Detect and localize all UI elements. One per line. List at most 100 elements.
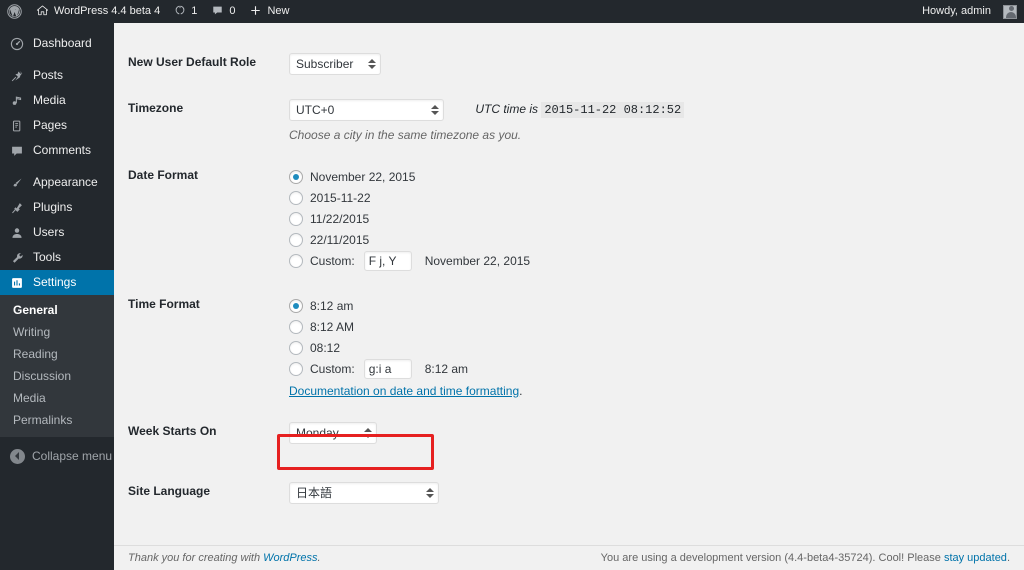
time-format-options: 8:12 am 8:12 AM 08:12 Custom: 8:12 am Do… [279, 283, 1024, 410]
radio-icon[interactable] [289, 211, 303, 226]
admin-footer: Thank you for creating with WordPress. Y… [114, 545, 1024, 570]
doc-link-suffix: . [519, 384, 523, 398]
wordpress-logo-icon [7, 4, 22, 19]
sidebar-separator [0, 56, 114, 63]
admin-sidebar: Dashboard Posts Media Pages Comments App… [0, 23, 122, 570]
time-format-option[interactable]: 08:12 [289, 337, 1014, 358]
sidebar-item-users[interactable]: Users [0, 220, 114, 245]
sidebar-item-tools[interactable]: Tools [0, 245, 114, 270]
week-starts-on-select-wrap[interactable]: Monday [289, 422, 377, 444]
footer-version-text: You are using a development version (4.4… [600, 552, 944, 564]
page-icon [9, 118, 25, 134]
sidebar-item-pages[interactable]: Pages [0, 113, 114, 138]
sidebar-item-plugins[interactable]: Plugins [0, 195, 114, 220]
sidebar-item-dashboard[interactable]: Dashboard [0, 31, 114, 56]
sidebar-item-writing[interactable]: Writing [0, 321, 114, 343]
time-format-option[interactable]: 8:12 AM [289, 316, 1014, 337]
sidebar-item-permalinks[interactable]: Permalinks [0, 409, 114, 431]
row-date-format: Date Format November 22, 2015 2015-11-22… [114, 154, 1024, 283]
time-format-option-label: 08:12 [310, 340, 341, 355]
time-format-option-label: 8:12 AM [310, 319, 355, 334]
time-format-custom-label: Custom: [310, 361, 355, 376]
collapse-menu-label: Collapse menu [32, 449, 113, 463]
sidebar-item-discussion[interactable]: Discussion [0, 365, 114, 387]
comments-button[interactable]: 0 [204, 0, 242, 23]
updates-button[interactable]: 1 [167, 0, 204, 23]
footer-version: You are using a development version (4.4… [601, 552, 1010, 564]
howdy-label: Howdy, admin [922, 5, 991, 17]
radio-icon[interactable] [289, 298, 303, 313]
time-format-option[interactable]: 8:12 am [289, 295, 1014, 316]
utc-time-label: UTC time is [475, 102, 539, 117]
date-format-option[interactable]: November 22, 2015 [289, 166, 1014, 187]
site-language-label: Site Language [128, 484, 211, 498]
utc-time-value: 2015-11-22 08:12:52 [541, 102, 685, 119]
sidebar-item-label: Posts [33, 68, 64, 82]
wrench-icon [9, 250, 25, 266]
sidebar-item-reading[interactable]: Reading [0, 343, 114, 365]
sidebar-item-comments[interactable]: Comments [0, 138, 114, 163]
dashboard-icon [9, 36, 25, 52]
wordpress-logo-button[interactable] [0, 0, 29, 23]
radio-icon[interactable] [289, 232, 303, 247]
time-format-custom-input[interactable] [363, 358, 412, 379]
sidebar-item-label: Tools [33, 250, 62, 264]
radio-icon[interactable] [289, 319, 303, 334]
radio-icon[interactable] [289, 340, 303, 355]
time-format-option-label: 8:12 am [310, 298, 354, 313]
time-format-custom-option[interactable]: Custom: 8:12 am [289, 358, 1014, 379]
timezone-label: Timezone [128, 101, 184, 115]
collapse-arrow-icon [10, 448, 25, 464]
user-icon [9, 225, 25, 241]
new-content-menu[interactable]: New [242, 0, 296, 23]
settings-submenu: General Writing Reading Discussion Media… [0, 295, 114, 437]
time-format-custom-preview: 8:12 am [424, 361, 469, 376]
new-user-default-role-select-wrap[interactable]: Subscriber [289, 53, 381, 75]
date-format-label: Date Format [128, 168, 199, 182]
new-user-default-role-select[interactable]: Subscriber [289, 53, 381, 75]
site-name-menu[interactable]: WordPress 4.4 beta 4 [29, 0, 167, 23]
my-account-menu[interactable]: Howdy, admin [915, 0, 1024, 23]
admin-bar: WordPress 4.4 beta 4 1 0 New Howdy, admi… [0, 0, 1024, 23]
date-format-custom-option[interactable]: Custom: November 22, 2015 [289, 250, 1014, 271]
row-site-language: Site Language 日本語 [114, 470, 1024, 516]
radio-icon[interactable] [289, 190, 303, 205]
row-time-format: Time Format 8:12 am 8:12 AM 08:12 Custom… [114, 283, 1024, 410]
date-format-option[interactable]: 22/11/2015 [289, 229, 1014, 250]
plus-icon [249, 4, 262, 20]
row-new-user-default-role: New User Default Role Subscriber [114, 41, 1024, 87]
date-format-option[interactable]: 2015-11-22 [289, 187, 1014, 208]
sidebar-item-posts[interactable]: Posts [0, 63, 114, 88]
row-week-starts-on: Week Starts On Monday [114, 410, 1024, 456]
date-time-documentation-link[interactable]: Documentation on date and time formattin… [289, 384, 519, 398]
sidebar-item-appearance[interactable]: Appearance [0, 170, 114, 195]
radio-icon[interactable] [289, 361, 303, 376]
footer-thanks-prefix: Thank you for creating with [128, 552, 264, 564]
sidebar-item-settings[interactable]: Settings [0, 270, 122, 295]
site-language-select[interactable]: 日本語 [289, 482, 439, 504]
week-starts-on-field: Monday [279, 410, 1024, 456]
timezone-select-wrap[interactable]: UTC+0 [289, 99, 444, 121]
date-format-custom-input[interactable] [363, 250, 412, 271]
date-format-option-label: 2015-11-22 [310, 190, 371, 205]
comments-count: 0 [229, 5, 236, 17]
home-icon [36, 4, 49, 20]
stay-updated-link[interactable]: stay updated [944, 552, 1007, 564]
footer-thanks: Thank you for creating with WordPress. [128, 552, 321, 564]
sidebar-item-media-settings[interactable]: Media [0, 387, 114, 409]
sidebar-item-general[interactable]: General [0, 299, 114, 321]
week-starts-on-select[interactable]: Monday [289, 422, 377, 444]
radio-icon[interactable] [289, 253, 303, 268]
date-format-option[interactable]: 11/22/2015 [289, 208, 1014, 229]
settings-general-form: New User Default Role Subscriber Timezon… [114, 23, 1024, 570]
date-format-option-label: November 22, 2015 [310, 169, 416, 184]
row-timezone: Timezone UTC+0 UTC time is 2015-11-22 08… [114, 87, 1024, 154]
sidebar-item-media[interactable]: Media [0, 88, 114, 113]
radio-icon[interactable] [289, 169, 303, 184]
site-language-select-wrap[interactable]: 日本語 [289, 482, 439, 504]
comment-icon [9, 143, 25, 159]
footer-wordpress-link[interactable]: WordPress [263, 552, 317, 564]
timezone-select[interactable]: UTC+0 [289, 99, 444, 121]
sidebar-item-label: Pages [33, 118, 68, 132]
collapse-menu-button[interactable]: Collapse menu [0, 442, 114, 470]
